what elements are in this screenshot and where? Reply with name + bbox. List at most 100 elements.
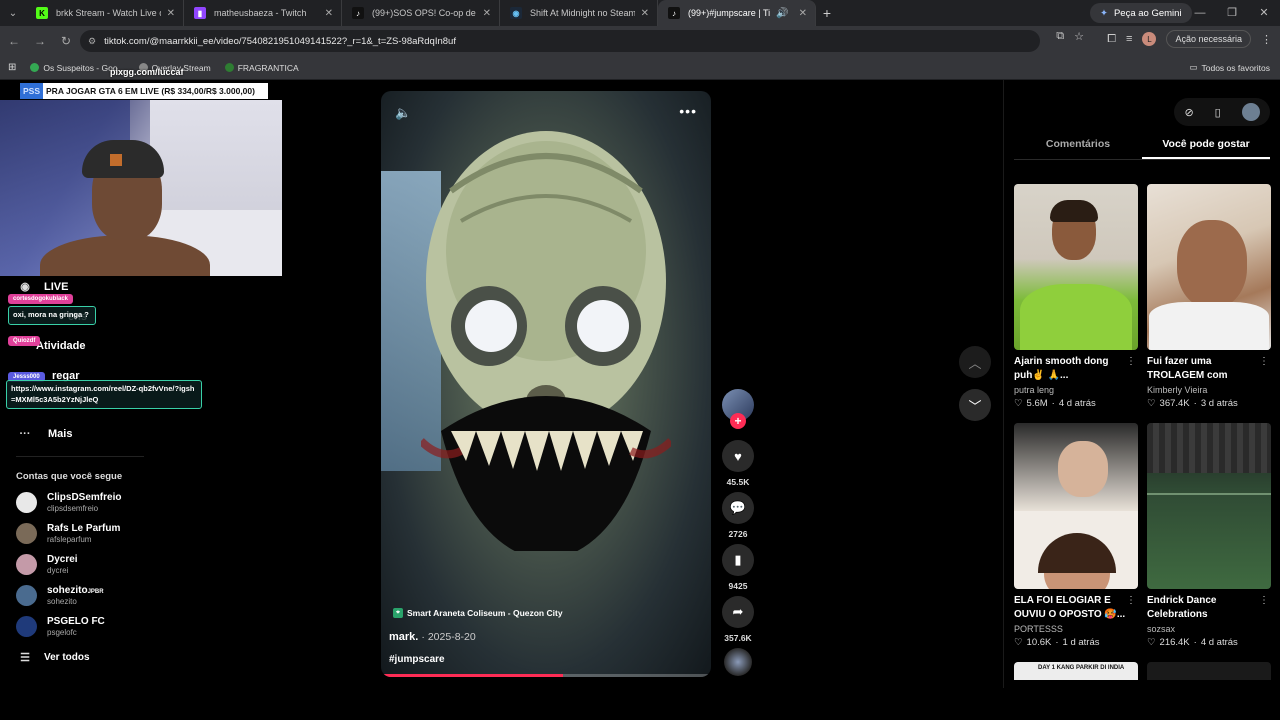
video-progress-bar[interactable]: [381, 674, 711, 677]
nav-label: Mais: [48, 428, 73, 440]
follow-button[interactable]: +: [730, 413, 746, 429]
account-name: PSGELO FC: [47, 616, 105, 628]
more-icon: ···: [19, 428, 31, 440]
partial-video-thumbnail[interactable]: [1147, 662, 1271, 680]
following-account[interactable]: sohezitoJPBR sohezito: [16, 585, 104, 606]
tab-title: (99+)SOS OPS! Co-op de Resg: [372, 8, 477, 18]
forward-icon[interactable]: →: [28, 34, 52, 48]
card-more-icon[interactable]: ⋮: [1126, 356, 1136, 367]
nav-more[interactable]: ··· Mais: [16, 428, 73, 440]
bookmark-icon[interactable]: ▮: [722, 544, 754, 576]
tab-twitch[interactable]: ▮ matheusbaeza - Twitch ✕: [184, 0, 342, 26]
recommended-video-card[interactable]: Ajarin smooth dong puh✌️ 🙏... ⋮ putra le…: [1014, 184, 1138, 409]
previous-video-button[interactable]: ︿: [959, 346, 991, 378]
card-more-icon[interactable]: ⋮: [1126, 595, 1136, 606]
recommended-video-card[interactable]: Fui fazer uma TROLAGEM com meu... ⋮ Kimb…: [1147, 184, 1271, 409]
following-account[interactable]: PSGELO FC psgelofc: [16, 616, 105, 637]
next-video-button[interactable]: ﹀: [959, 389, 991, 421]
speaker-icon[interactable]: 🔈: [395, 105, 411, 121]
tab-kick[interactable]: K brkk Stream - Watch Live on Ki ✕: [26, 0, 184, 26]
install-app-icon[interactable]: ⧉: [1056, 30, 1064, 43]
comment-icon[interactable]: 💬: [722, 492, 754, 524]
phone-icon[interactable]: ▯: [1215, 106, 1221, 119]
video-date: · 2025-8-20: [421, 631, 476, 643]
gemini-button[interactable]: ✦ Peça ao Gemini: [1090, 3, 1192, 23]
following-account[interactable]: Dycrei dycrei: [16, 554, 78, 575]
music-disc-icon[interactable]: [724, 648, 752, 676]
partial-video-thumbnail[interactable]: DAY 1 KANG PARKIR DI INDIA: [1014, 662, 1138, 680]
video-location[interactable]: ⌖ Smart Araneta Coliseum - Quezon City: [393, 608, 563, 618]
video-progress-fill: [381, 674, 563, 677]
tab-title: matheusbaeza - Twitch: [214, 8, 307, 18]
recommended-video-card[interactable]: Endrick Dance Celebrations #endrick... ⋮…: [1147, 423, 1271, 648]
banner-text: PRA JOGAR GTA 6 EM LIVE (R$ 334,00/R$ 3.…: [46, 86, 255, 96]
video-player[interactable]: 🔈 ••• ⌖ Smart Araneta Coliseum - Quezon …: [381, 91, 711, 677]
site-info-icon[interactable]: ⚙: [88, 36, 96, 47]
close-icon[interactable]: ✕: [641, 8, 649, 19]
all-bookmarks[interactable]: ▭ Todos os favoritos: [1189, 62, 1270, 73]
heart-outline-icon: ♡: [1014, 637, 1023, 648]
close-window-icon[interactable]: ✕: [1248, 0, 1280, 26]
side-panel: ⊘ ▯ Comentários Você pode gostar Ajarin …: [1003, 80, 1280, 688]
account-name: Dycrei: [47, 554, 78, 566]
minimize-icon[interactable]: —: [1184, 0, 1216, 26]
close-icon[interactable]: ✕: [483, 8, 491, 19]
close-icon[interactable]: ✕: [325, 8, 333, 19]
card-separator: ·: [1051, 398, 1055, 409]
following-account[interactable]: ClipsDSemfreio clipsdsemfreio: [16, 492, 121, 513]
menu-kebab-icon[interactable]: ⋮: [1261, 33, 1272, 46]
heart-icon[interactable]: ♥: [722, 440, 754, 472]
tab-comments[interactable]: Comentários: [1014, 134, 1142, 159]
account-handle: dycrei: [47, 565, 69, 575]
tab-tiktok-jumpscare[interactable]: ♪ (99+)#jumpscare | TikTok 🔊 ✕: [658, 0, 816, 26]
see-all-button[interactable]: ☰ Ver todos: [16, 651, 90, 664]
following-account[interactable]: Rafs Le Parfum rafsleparfum: [16, 523, 120, 544]
video-author[interactable]: mark. · 2025-8-20: [389, 631, 476, 643]
video-thumbnail: [1147, 184, 1271, 350]
tab-steam[interactable]: ◉ Shift At Midnight no Steam ✕: [500, 0, 658, 26]
avatar: [16, 554, 37, 575]
card-age: 4 d atrás: [1058, 398, 1096, 409]
nav-live[interactable]: ◉ LIVE: [16, 280, 68, 294]
card-separator: ·: [1193, 637, 1197, 648]
recommended-video-card[interactable]: ELA FOI ELOGIAR E OUVIU O OPOSTO 🥵... ⋮ …: [1014, 423, 1138, 648]
user-avatar[interactable]: [1241, 103, 1260, 121]
speaker-icon[interactable]: 🔊: [776, 8, 788, 19]
heart-outline-icon: ♡: [1147, 398, 1156, 409]
card-creator: sozsax: [1147, 624, 1176, 634]
bookmark-fragrantica[interactable]: FRAGRANTICA: [224, 62, 299, 73]
bookmark-label: FRAGRANTICA: [237, 62, 299, 73]
card-more-icon[interactable]: ⋮: [1259, 356, 1269, 367]
new-tab-button[interactable]: +: [816, 5, 838, 21]
action-needed-button[interactable]: Ação necessária: [1166, 30, 1251, 48]
media-icon[interactable]: ≡: [1126, 33, 1132, 45]
tab-recommended[interactable]: Você pode gostar: [1142, 134, 1270, 159]
extensions-icon[interactable]: ⧠: [1107, 33, 1116, 46]
tab-search-button[interactable]: ⌄: [0, 0, 26, 26]
bookmark-star-icon[interactable]: ☆: [1074, 30, 1084, 43]
address-bar[interactable]: ⚙ tiktok.com/@maarrkkii_ee/video/7540821…: [80, 30, 1040, 52]
reload-icon[interactable]: ↻: [54, 34, 78, 48]
card-likes: 216.4K: [1159, 637, 1190, 648]
video-hashtag[interactable]: #jumpscare: [389, 654, 445, 665]
share-icon[interactable]: ➦: [722, 596, 754, 628]
close-icon[interactable]: ✕: [799, 8, 807, 19]
restore-icon[interactable]: ❐: [1216, 0, 1248, 26]
close-icon[interactable]: ✕: [167, 8, 175, 19]
compass-icon[interactable]: ⊘: [1184, 106, 1193, 119]
panel-toolbar: ⊘ ▯: [1174, 98, 1270, 126]
card-more-icon[interactable]: ⋮: [1259, 595, 1269, 606]
avatar: [16, 616, 37, 637]
account-handle: clipsdsemfreio: [47, 503, 99, 513]
tab-title: brkk Stream - Watch Live on Ki: [56, 8, 161, 18]
thumbnail-shirt: [1149, 302, 1269, 350]
tab-tiktok-sos[interactable]: ♪ (99+)SOS OPS! Co-op de Resg ✕: [342, 0, 500, 26]
creature-face: [421, 131, 671, 551]
profile-avatar[interactable]: L: [1142, 32, 1157, 46]
apps-icon[interactable]: ⊞: [8, 62, 16, 73]
video-thumbnail: [1014, 423, 1138, 589]
back-icon[interactable]: ←: [2, 34, 26, 48]
more-options-icon[interactable]: •••: [679, 103, 697, 119]
card-creator: PORTESSS: [1014, 624, 1063, 634]
bookmarks-bar: ⊞ Os Suspeitos - Goo... Overlay Stream F…: [0, 56, 1280, 80]
